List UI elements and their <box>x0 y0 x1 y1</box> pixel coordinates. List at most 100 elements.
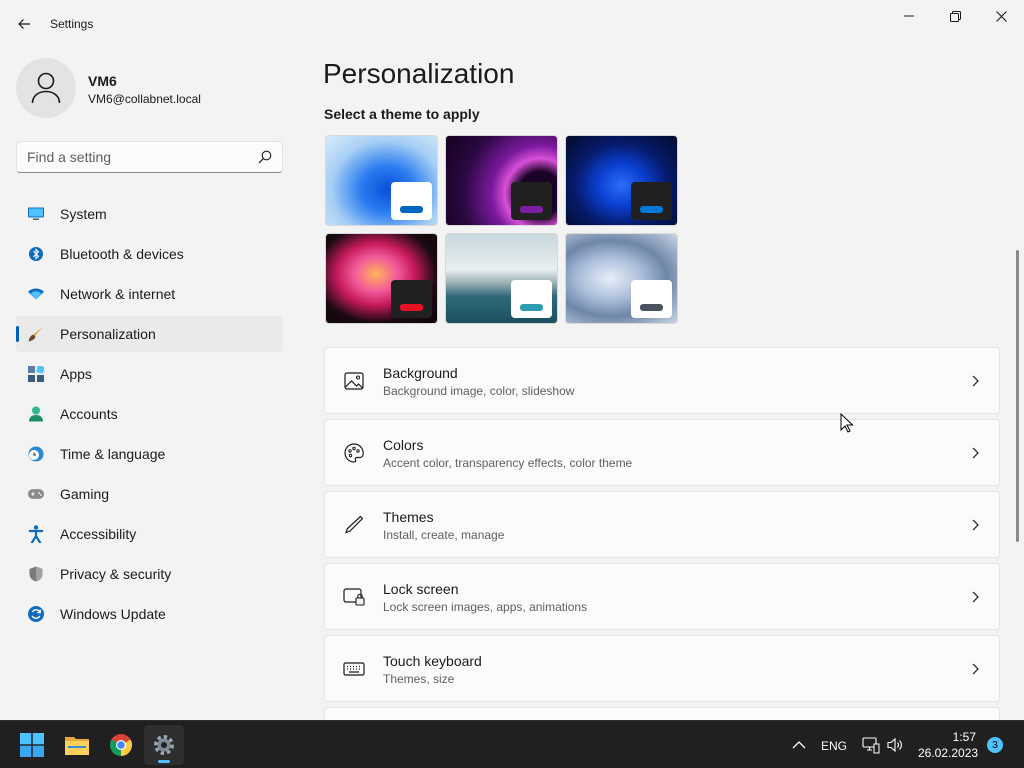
chevron-right-icon <box>972 375 979 387</box>
sidebar-item-accounts[interactable]: Accounts <box>16 396 283 432</box>
sidebar-item-bluetooth[interactable]: Bluetooth & devices <box>16 236 283 272</box>
search-input[interactable] <box>17 142 247 172</box>
scrollbar-thumb[interactable] <box>1016 250 1019 542</box>
restore-icon <box>949 10 961 22</box>
chevron-right-icon <box>972 591 979 603</box>
profile-email: VM6@collabnet.local <box>88 92 201 106</box>
back-button[interactable] <box>8 10 40 38</box>
title-bar: Settings <box>0 0 1024 48</box>
sidebar-item-system[interactable]: System <box>16 196 283 232</box>
sidebar-item-apps[interactable]: Apps <box>16 356 283 392</box>
theme-heading: Select a theme to apply <box>324 106 480 122</box>
pen-icon <box>343 514 365 536</box>
sidebar-item-label: Accessibility <box>60 526 137 542</box>
sidebar-item-windows-update[interactable]: Windows Update <box>16 596 283 632</box>
theme-tile-5[interactable] <box>445 233 558 324</box>
settings-taskbar-button[interactable] <box>144 725 184 765</box>
setting-touch-keyboard[interactable]: Touch keyboard Themes, size <box>324 635 1000 702</box>
setting-subtitle: Accent color, transparency effects, colo… <box>383 456 633 470</box>
sidebar-item-time-language[interactable]: Time & language <box>16 436 283 472</box>
chevron-right-icon <box>972 519 979 531</box>
sidebar-nav: System Bluetooth & devices Network & int… <box>16 196 283 636</box>
theme-tile-6[interactable] <box>565 233 678 324</box>
close-icon <box>995 10 1007 22</box>
theme-tile-3[interactable] <box>565 135 678 226</box>
setting-title: Lock screen <box>383 581 459 597</box>
start-button[interactable] <box>12 725 52 765</box>
taskbar: ENG 1:57 26.02.2023 3 <box>0 720 1024 768</box>
chrome-button[interactable] <box>101 725 141 765</box>
mouse-cursor-icon <box>840 413 854 433</box>
restore-button[interactable] <box>932 0 978 32</box>
sidebar-item-label: Privacy & security <box>60 566 172 582</box>
settings-window: Settings VM6 VM6@collabnet.local System <box>0 0 1024 721</box>
setting-themes[interactable]: Themes Install, create, manage <box>324 491 1000 558</box>
theme-tile-4[interactable] <box>325 233 438 324</box>
clock-date[interactable]: 26.02.2023 <box>918 746 978 760</box>
brush-icon <box>28 326 44 342</box>
theme-accent-bar <box>640 206 663 213</box>
search-box <box>16 141 283 173</box>
theme-accent-bar <box>400 206 423 213</box>
search-icon[interactable] <box>258 150 272 164</box>
setting-subtitle: Lock screen images, apps, animations <box>383 600 588 614</box>
sidebar-item-gaming[interactable]: Gaming <box>16 476 283 512</box>
app-title: Settings <box>50 17 94 31</box>
language-indicator[interactable]: ENG <box>821 739 847 753</box>
theme-tile-1[interactable] <box>325 135 438 226</box>
setting-background[interactable]: Background Background image, color, slid… <box>324 347 1000 414</box>
theme-preview-window <box>631 182 672 220</box>
volume-icon[interactable] <box>886 736 904 754</box>
accessibility-icon <box>28 525 44 543</box>
theme-tile-2[interactable] <box>445 135 558 226</box>
setting-lock-screen[interactable]: Lock screen Lock screen images, apps, an… <box>324 563 1000 630</box>
theme-accent-bar <box>640 304 663 311</box>
sidebar-item-label: System <box>60 206 107 222</box>
setting-title: Background <box>383 365 458 381</box>
image-icon <box>343 370 365 392</box>
sidebar-item-accessibility[interactable]: Accessibility <box>16 516 283 552</box>
setting-subtitle: Themes, size <box>383 672 455 686</box>
minimize-icon <box>904 15 914 17</box>
theme-accent-bar <box>520 206 543 213</box>
setting-subtitle: Background image, color, slideshow <box>383 384 575 398</box>
network-icon[interactable] <box>862 736 880 754</box>
setting-title: Touch keyboard <box>383 653 482 669</box>
keyboard-icon <box>343 658 365 680</box>
theme-preview-window <box>511 280 552 318</box>
theme-grid <box>325 135 681 327</box>
person-icon <box>28 406 44 422</box>
wifi-icon <box>28 286 44 302</box>
notification-badge[interactable]: 3 <box>987 737 1003 753</box>
settings-icon <box>154 735 174 755</box>
theme-preview-window <box>511 182 552 220</box>
sidebar-item-label: Personalization <box>60 326 156 342</box>
sidebar-item-privacy[interactable]: Privacy & security <box>16 556 283 592</box>
file-explorer-icon <box>65 737 89 755</box>
theme-preview-window <box>391 182 432 220</box>
back-arrow-icon <box>18 19 30 29</box>
setting-colors[interactable]: Colors Accent color, transparency effect… <box>324 419 1000 486</box>
close-button[interactable] <box>978 0 1024 32</box>
chrome-icon <box>110 734 132 756</box>
chevron-up-icon[interactable] <box>790 737 808 753</box>
gamepad-icon <box>28 486 44 502</box>
chevron-right-icon <box>972 447 979 459</box>
theme-accent-bar <box>520 304 543 311</box>
chevron-right-icon <box>972 663 979 675</box>
monitor-icon <box>28 206 44 222</box>
page-title: Personalization <box>323 58 515 89</box>
file-explorer-button[interactable] <box>57 725 97 765</box>
setting-card-partial[interactable] <box>324 707 1000 721</box>
sidebar-item-label: Network & internet <box>60 286 176 302</box>
setting-title: Themes <box>383 509 434 525</box>
sidebar-item-label: Accounts <box>60 406 118 422</box>
theme-preview-window <box>631 280 672 318</box>
sidebar-item-label: Windows Update <box>60 606 166 622</box>
sidebar-item-personalization[interactable]: Personalization <box>16 316 283 352</box>
settings-list: Background Background image, color, slid… <box>324 347 1000 721</box>
start-icon <box>20 733 44 757</box>
minimize-button[interactable] <box>886 0 932 32</box>
clock-time[interactable]: 1:57 <box>918 730 976 744</box>
sidebar-item-network[interactable]: Network & internet <box>16 276 283 312</box>
